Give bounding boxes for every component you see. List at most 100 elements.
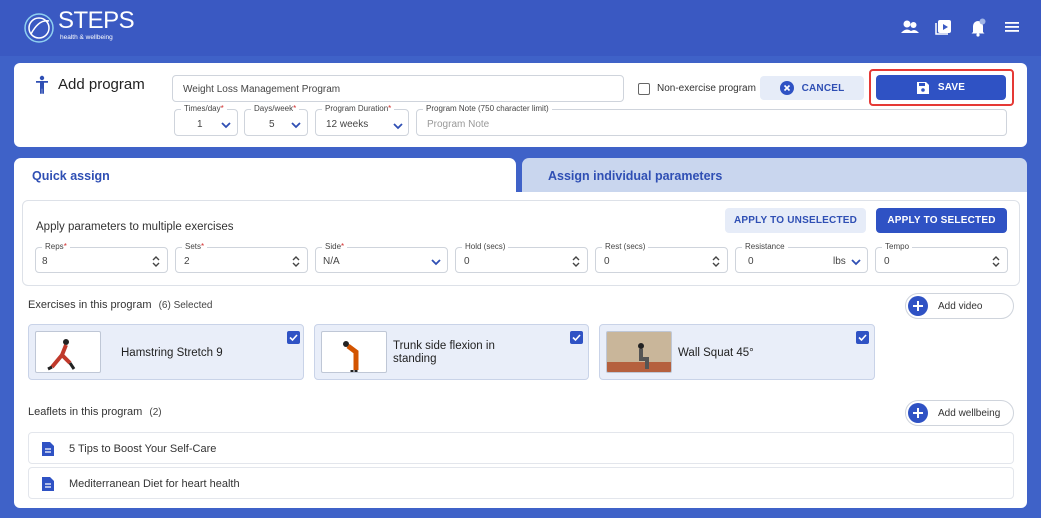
page-title: Add program xyxy=(58,76,145,93)
program-note-field[interactable]: Program Note (750 character limit) Progr… xyxy=(416,104,1007,136)
exercises-title: Exercises in this program xyxy=(28,299,152,311)
assign-tabs: Quick assign Assign individual parameter… xyxy=(14,158,1027,192)
days-per-week-select[interactable]: Days/week* 5 xyxy=(244,104,308,136)
leaflet-name: Mediterranean Diet for heart health xyxy=(69,478,240,490)
cancel-label: CANCEL xyxy=(801,82,845,94)
program-duration-select[interactable]: Program Duration* 12 weeks xyxy=(315,104,409,136)
add-circle-icon xyxy=(908,403,928,423)
sets-value: 2 xyxy=(184,256,190,267)
side-select[interactable]: Side* N/A xyxy=(315,242,448,273)
program-note-label: Program Note (750 character limit) xyxy=(423,104,552,113)
notifications-icon[interactable] xyxy=(967,16,989,38)
exercise-name-line-2: standing xyxy=(393,353,437,365)
apply-to-selected-label: APPLY TO SELECTED xyxy=(887,215,996,226)
program-duration-label: Program Duration xyxy=(325,104,389,113)
reps-field[interactable]: Reps* 8 xyxy=(35,242,168,273)
non-exercise-checkbox[interactable] xyxy=(638,83,650,95)
days-per-week-value: 5 xyxy=(269,119,275,130)
rest-secs-label: Rest (secs) xyxy=(602,242,649,251)
exercises-section-title: Exercises in this program (6) Selected xyxy=(28,299,212,311)
tab-assign-individual-parameters[interactable]: Assign individual parameters xyxy=(522,158,1027,192)
resistance-field[interactable]: Resistance 0 lbs xyxy=(735,242,868,273)
cancel-circle-icon xyxy=(779,81,794,95)
parameters-title: Apply parameters to multiple exercises xyxy=(36,221,234,233)
apply-to-unselected-label: APPLY TO UNSELECTED xyxy=(733,215,858,226)
quick-assign-panel: Apply parameters to multiple exercises A… xyxy=(14,192,1027,508)
save-button-highlight xyxy=(869,69,1014,106)
brand-tagline: health & wellbeing xyxy=(60,34,113,41)
exercise-name: Wall Squat 45° xyxy=(678,347,754,359)
exercise-card[interactable]: Wall Squat 45° xyxy=(599,324,875,380)
stepper-icon[interactable] xyxy=(990,255,1002,267)
leaflets-title: Leaflets in this program xyxy=(28,406,143,418)
program-name-value: Weight Loss Management Program xyxy=(183,84,341,95)
days-per-week-label: Days/week xyxy=(254,104,294,113)
apply-to-unselected-button[interactable]: APPLY TO UNSELECTED xyxy=(725,208,866,233)
exercise-thumbnail xyxy=(321,331,387,373)
top-icons xyxy=(899,16,1023,38)
reps-value: 8 xyxy=(42,256,48,267)
exercise-thumbnail xyxy=(35,331,101,373)
program-name-field[interactable]: Weight Loss Management Program xyxy=(172,75,624,102)
parameters-box: Apply parameters to multiple exercises A… xyxy=(22,200,1020,286)
add-wellbeing-label: Add wellbeing xyxy=(938,407,1001,419)
apply-to-selected-button[interactable]: APPLY TO SELECTED xyxy=(876,208,1007,233)
leaflet-row[interactable]: Mediterranean Diet for heart health xyxy=(28,467,1014,499)
resistance-unit[interactable]: lbs xyxy=(833,256,846,267)
add-circle-icon xyxy=(908,296,928,316)
person-icon xyxy=(36,75,48,94)
non-exercise-label: Non-exercise program xyxy=(657,83,756,94)
checked-checkbox-icon[interactable] xyxy=(287,331,300,344)
resistance-value: 0 xyxy=(748,256,754,267)
steps-logo[interactable]: STEPS health & wellbeing xyxy=(22,7,135,45)
chevron-down-icon xyxy=(221,122,231,129)
times-per-day-label: Times/day xyxy=(184,104,221,113)
chevron-down-icon xyxy=(431,259,441,266)
sets-label: Sets xyxy=(185,242,202,251)
cancel-button[interactable]: CANCEL xyxy=(760,76,864,100)
tempo-label: Tempo xyxy=(882,242,913,251)
stepper-icon[interactable] xyxy=(710,255,722,267)
exercise-name: Hamstring Stretch 9 xyxy=(121,347,223,359)
rest-secs-field[interactable]: Rest (secs) 0 xyxy=(595,242,728,273)
leaflet-row[interactable]: 5 Tips to Boost Your Self-Care xyxy=(28,432,1014,464)
exercise-card[interactable]: Trunk side flexion in standing xyxy=(314,324,589,380)
document-icon xyxy=(42,442,54,456)
side-value: N/A xyxy=(323,256,340,267)
add-wellbeing-button[interactable]: Add wellbeing xyxy=(905,400,1014,426)
video-library-icon[interactable] xyxy=(933,16,955,38)
add-video-button[interactable]: Add video xyxy=(905,293,1014,319)
stepper-icon[interactable] xyxy=(290,255,302,267)
sets-field[interactable]: Sets* 2 xyxy=(175,242,308,273)
steps-logo-mark-icon xyxy=(24,13,54,43)
brand-name: STEPS xyxy=(58,7,135,34)
top-bar: STEPS health & wellbeing xyxy=(0,0,1041,56)
program-note-placeholder: Program Note xyxy=(427,119,490,130)
exercise-thumbnail xyxy=(606,331,672,373)
times-per-day-value: 1 xyxy=(197,119,203,130)
document-icon xyxy=(42,477,54,491)
times-per-day-select[interactable]: Times/day* 1 xyxy=(174,104,238,136)
exercise-card[interactable]: Hamstring Stretch 9 xyxy=(28,324,304,380)
leaflet-name: 5 Tips to Boost Your Self-Care xyxy=(69,443,217,455)
stepper-icon[interactable] xyxy=(150,255,162,267)
chevron-down-icon xyxy=(851,259,861,266)
tempo-field[interactable]: Tempo 0 xyxy=(875,242,1008,273)
program-duration-value: 12 weeks xyxy=(326,119,369,130)
hold-secs-value: 0 xyxy=(464,256,470,267)
resistance-label: Resistance xyxy=(742,242,788,251)
hold-secs-field[interactable]: Hold (secs) 0 xyxy=(455,242,588,273)
stepper-icon[interactable] xyxy=(570,255,582,267)
exercise-name-line-1: Trunk side flexion in xyxy=(393,340,495,352)
leaflets-section-title: Leaflets in this program (2) xyxy=(28,406,162,418)
menu-icon[interactable] xyxy=(1001,16,1023,38)
checked-checkbox-icon[interactable] xyxy=(856,331,869,344)
exercises-count: (6) Selected xyxy=(158,300,213,311)
reps-label: Reps xyxy=(45,242,64,251)
tempo-value: 0 xyxy=(884,256,890,267)
checked-checkbox-icon[interactable] xyxy=(570,331,583,344)
users-icon[interactable] xyxy=(899,16,921,38)
chevron-down-icon xyxy=(291,122,301,129)
leaflets-count: (2) xyxy=(149,407,162,418)
tab-quick-assign[interactable]: Quick assign xyxy=(14,158,516,192)
